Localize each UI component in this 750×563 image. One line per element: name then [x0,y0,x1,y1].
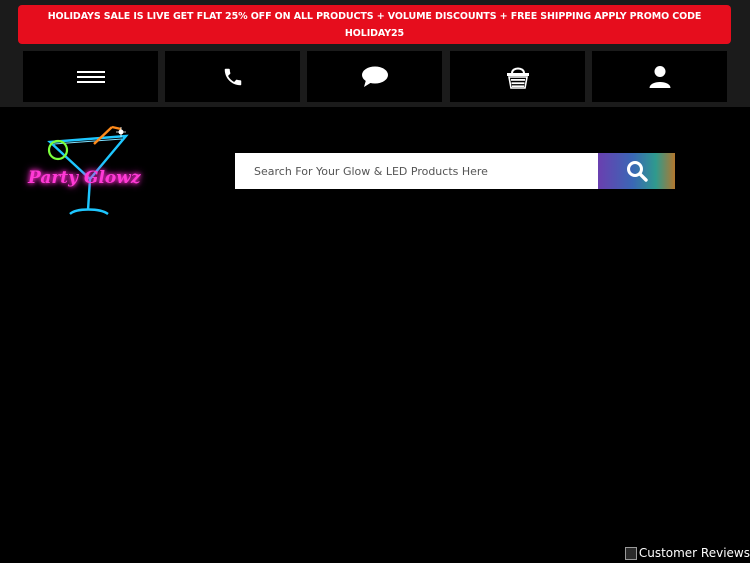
cart-button[interactable] [450,51,585,102]
site-logo[interactable]: Party Glowz [24,124,146,221]
promo-banner-text: HOLIDAYS SALE IS LIVE GET FLAT 25% OFF O… [47,11,702,39]
shopping-basket-icon [506,67,529,89]
search-input[interactable] [235,153,598,189]
search-button[interactable] [598,153,675,189]
customer-reviews-alt-text: Customer Reviews [638,546,750,560]
chat-bubble-icon [361,66,388,87]
user-icon [649,65,670,88]
chat-button[interactable] [307,51,442,102]
call-button[interactable] [165,51,300,102]
search-form [235,153,675,189]
logo-text: Party Glowz [28,168,141,188]
search-icon [626,161,648,182]
promo-banner[interactable]: HOLIDAYS SALE IS LIVE GET FLAT 25% OFF O… [18,5,731,44]
customer-reviews-badge[interactable]: Customer Reviews [624,543,750,563]
phone-icon [224,68,241,85]
menu-button[interactable] [23,51,158,102]
broken-image-icon [624,546,637,560]
account-button[interactable] [592,51,727,102]
page: HOLIDAYS SALE IS LIVE GET FLAT 25% OFF O… [0,0,750,563]
mobile-nav-bar [0,51,750,102]
hamburger-menu-icon [76,70,105,83]
